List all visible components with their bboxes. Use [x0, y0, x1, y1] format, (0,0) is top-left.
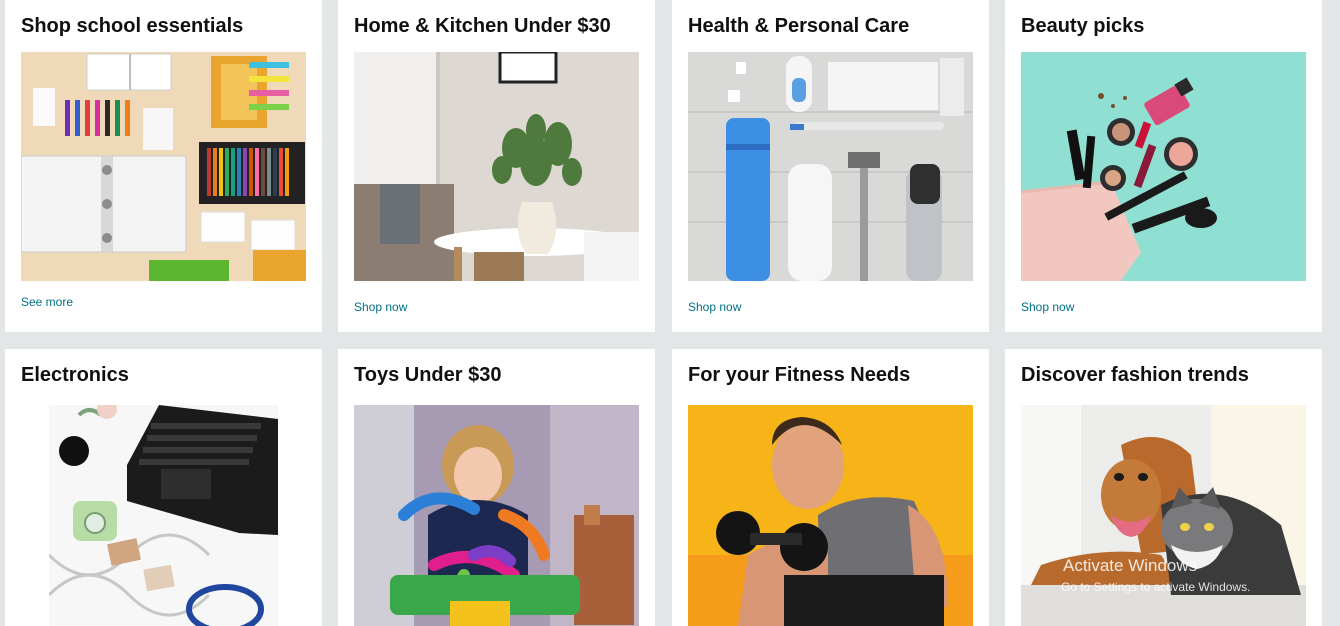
activate-windows-watermark: Activate Windows Go to Settings to activ… [1061, 556, 1251, 594]
card-electronics: Electronics [5, 349, 322, 626]
health-care-image[interactable] [688, 52, 973, 281]
electronics-image[interactable] [49, 405, 278, 626]
beauty-image[interactable] [1021, 52, 1306, 281]
card-school-essentials: Shop school essentials See more [5, 0, 322, 332]
card-title: Electronics [21, 364, 129, 386]
card-title: Home & Kitchen Under $30 [354, 15, 611, 37]
card-toys: Toys Under $30 [338, 349, 655, 626]
watermark-title: Activate Windows [1063, 556, 1198, 575]
card-beauty-picks: Beauty picks Shop now [1005, 0, 1322, 332]
card-title: Beauty picks [1021, 15, 1145, 37]
shop-now-link[interactable]: Shop now [1021, 300, 1074, 314]
fitness-image[interactable] [688, 405, 973, 626]
card-home-kitchen: Home & Kitchen Under $30 Shop now [338, 0, 655, 332]
card-fitness: For your Fitness Needs [672, 349, 989, 626]
watermark-subtitle: Go to Settings to activate Windows. [1061, 580, 1251, 594]
shop-now-link[interactable]: Shop now [688, 300, 741, 314]
card-title: Discover fashion trends [1021, 364, 1249, 386]
toys-image[interactable] [354, 405, 639, 626]
home-kitchen-image[interactable] [354, 52, 639, 281]
card-title: Toys Under $30 [354, 364, 502, 386]
school-supplies-image[interactable] [21, 52, 306, 281]
card-title: Shop school essentials [21, 15, 244, 37]
card-title: Health & Personal Care [688, 15, 910, 37]
shop-now-link[interactable]: Shop now [354, 300, 407, 314]
card-title: For your Fitness Needs [688, 364, 911, 386]
see-more-link[interactable]: See more [21, 295, 73, 309]
card-health-personal-care: Health & Personal Care Shop now [672, 0, 989, 332]
